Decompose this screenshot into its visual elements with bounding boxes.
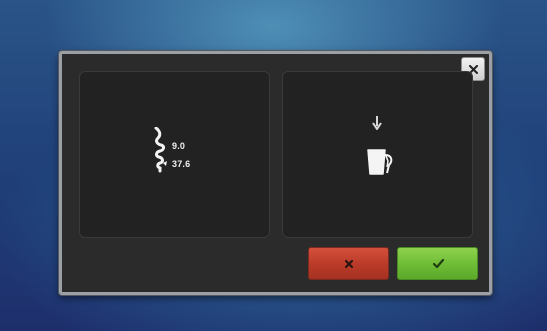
x-icon [344, 259, 354, 269]
cup-panel [282, 71, 473, 238]
amount-value: 37.6 [172, 159, 191, 169]
milk-jug-icon [367, 149, 393, 175]
arrow-down-icon [372, 116, 382, 130]
dialog: 9.0 37.6 [59, 51, 492, 295]
grinder-panel: 9.0 37.6 [79, 71, 270, 238]
grind-value: 9.0 [172, 141, 186, 151]
grinder-icon [154, 127, 167, 173]
cancel-button[interactable] [308, 247, 389, 280]
check-icon [432, 258, 445, 269]
confirm-button[interactable] [397, 247, 478, 280]
